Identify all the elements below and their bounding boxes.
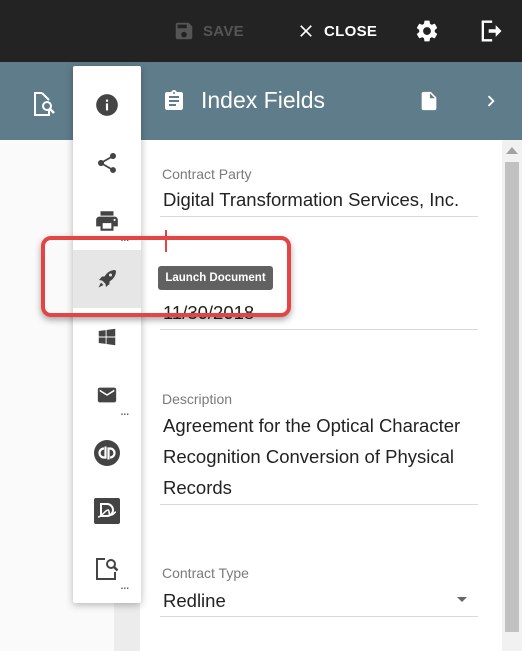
contract-type-underline <box>160 616 478 617</box>
document-icon <box>421 91 437 111</box>
quickbooks-icon <box>94 440 120 466</box>
contract-party-underline <box>160 216 478 217</box>
description-line-3[interactable]: Records <box>163 477 232 499</box>
action-menu <box>73 66 141 603</box>
windows-icon <box>98 328 116 346</box>
info-button[interactable] <box>73 76 141 134</box>
email-button[interactable] <box>73 366 141 424</box>
page-title: Index Fields <box>201 87 326 113</box>
document-button[interactable] <box>418 88 440 119</box>
print-icon <box>96 211 118 231</box>
description-line-2[interactable]: Recognition Conversion of Physical <box>163 446 454 468</box>
contract-type-select[interactable]: Redline <box>163 590 226 612</box>
contract-party-field[interactable]: Digital Transformation Services, Inc. <box>163 189 459 211</box>
docusign-icon <box>94 498 120 524</box>
description-label: Description <box>162 391 233 407</box>
email-icon <box>97 387 117 403</box>
document-search-menu-button[interactable] <box>73 540 141 598</box>
exit-icon <box>481 20 502 42</box>
quickbooks-button[interactable] <box>73 424 141 482</box>
info-icon <box>96 94 118 116</box>
close-label: CLOSE <box>324 22 378 40</box>
top-toolbar <box>0 0 522 62</box>
chevron-right-icon <box>487 95 495 107</box>
share-icon <box>98 153 116 173</box>
email-more-indicator[interactable]: ... <box>120 403 130 417</box>
highlight-box <box>41 236 291 317</box>
save-label: SAVE <box>203 22 244 40</box>
floppy-icon <box>175 22 193 40</box>
document-search-more-indicator[interactable]: ... <box>120 577 130 591</box>
close-button[interactable]: CLOSE <box>296 0 377 62</box>
dropdown-arrow-icon[interactable] <box>457 597 467 602</box>
next-button[interactable] <box>480 89 502 118</box>
description-line-1[interactable]: Agreement for the Optical Character <box>163 415 460 437</box>
date-underline <box>160 329 478 330</box>
scrollbar-thumb[interactable] <box>505 162 519 632</box>
document-search-button[interactable] <box>31 90 57 123</box>
clipboard-icon <box>162 88 186 119</box>
docusign-button[interactable] <box>73 482 141 540</box>
gear-icon <box>416 20 438 42</box>
scroll-up-arrow[interactable] <box>506 147 518 154</box>
contract-party-label: Contract Party <box>162 166 252 182</box>
description-underline <box>160 504 478 505</box>
exit-button[interactable] <box>477 0 505 62</box>
document-search-icon <box>96 558 119 580</box>
contract-type-label: Contract Type <box>162 565 249 581</box>
close-icon <box>300 25 312 37</box>
document-search-icon <box>34 92 55 116</box>
save-button[interactable]: SAVE <box>173 0 244 62</box>
share-button[interactable] <box>73 134 141 192</box>
settings-button[interactable] <box>414 0 440 62</box>
